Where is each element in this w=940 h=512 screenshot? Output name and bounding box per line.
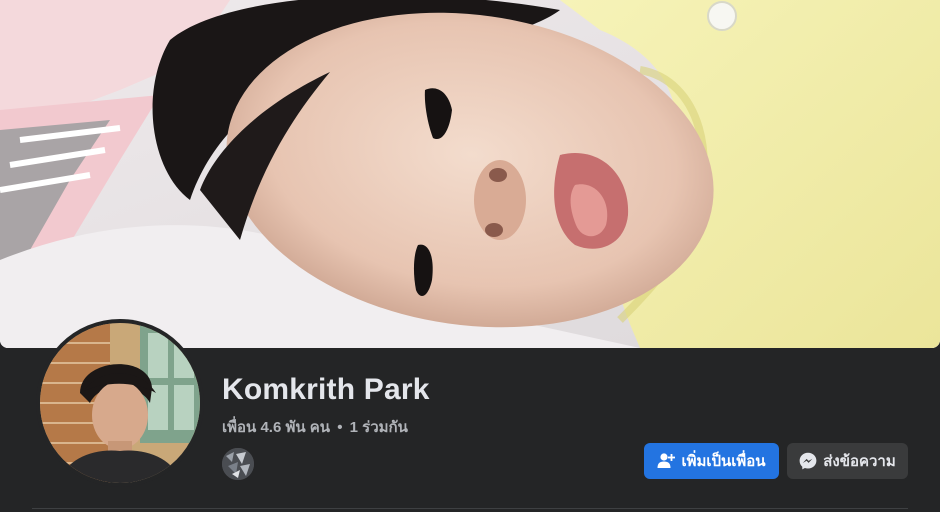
profile-name: Komkrith Park — [222, 373, 430, 406]
mutual-friends-link[interactable]: 1 ร่วมกัน — [350, 419, 408, 436]
messenger-icon — [799, 452, 817, 470]
divider — [32, 508, 908, 509]
friends-count-link[interactable]: เพื่อน 4.6 พัน คน — [222, 419, 330, 436]
profile-picture[interactable] — [36, 319, 204, 487]
avatar — [40, 323, 200, 483]
avatar-image — [40, 323, 200, 483]
profile-page: Komkrith Park เพื่อน 4.6 พัน คน • 1 ร่วม… — [0, 0, 940, 512]
add-friend-icon — [657, 452, 676, 470]
message-label: ส่งข้อความ — [823, 453, 896, 470]
cover-photo-image — [0, 0, 940, 348]
add-friend-button[interactable]: เพิ่มเป็นเพื่อน — [644, 443, 779, 479]
mutual-friend-image — [222, 448, 254, 480]
separator-dot: • — [337, 419, 343, 436]
cover-photo[interactable] — [0, 0, 940, 348]
message-button[interactable]: ส่งข้อความ — [787, 443, 908, 479]
friends-count-line: เพื่อน 4.6 พัน คน • 1 ร่วมกัน — [222, 415, 408, 439]
mutual-friend-avatar[interactable] — [221, 447, 255, 481]
add-friend-label: เพิ่มเป็นเพื่อน — [681, 453, 766, 470]
